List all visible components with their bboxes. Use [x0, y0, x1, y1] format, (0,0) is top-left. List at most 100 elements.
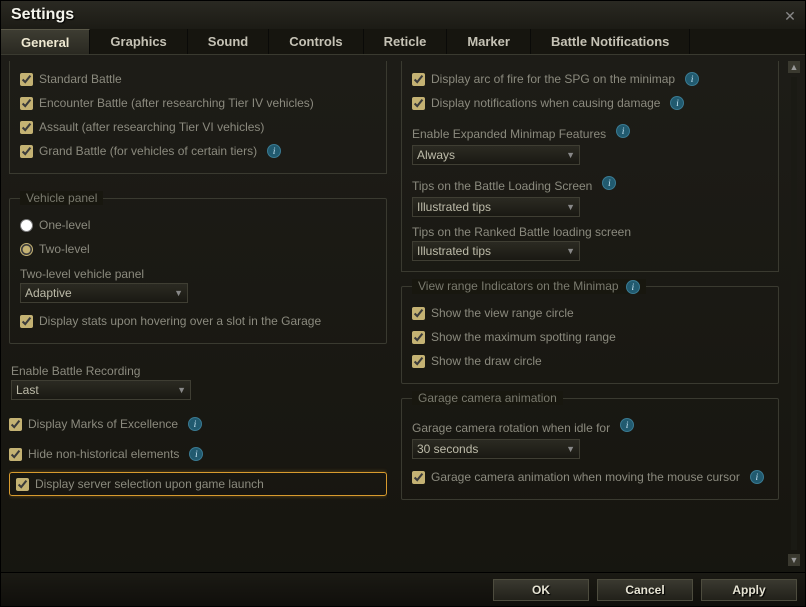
spot-checkbox[interactable] [412, 331, 425, 344]
close-icon[interactable]: ✕ [781, 7, 799, 25]
expanded-value: Always [417, 148, 455, 162]
marks-checkbox[interactable] [9, 418, 22, 431]
notif-checkbox[interactable] [412, 97, 425, 110]
tab-graphics[interactable]: Graphics [90, 29, 187, 54]
assault-label: Assault (after researching Tier VI vehic… [39, 120, 264, 134]
ranked-label: Tips on the Ranked Battle loading screen [412, 225, 768, 239]
scrollbar[interactable]: ▲ ▼ [787, 61, 801, 566]
info-icon[interactable]: i [602, 176, 616, 190]
chevron-down-icon: ▼ [566, 444, 575, 454]
stats-hover-row: Display stats upon hovering over a slot … [20, 309, 376, 333]
arc-checkbox[interactable] [412, 73, 425, 86]
recording-section: Enable Battle Recording Last ▼ [9, 358, 387, 400]
recording-label: Enable Battle Recording [11, 364, 385, 378]
stats-hover-checkbox[interactable] [20, 315, 33, 328]
info-icon[interactable]: i [188, 417, 202, 431]
chevron-down-icon: ▼ [566, 246, 575, 256]
chevron-down-icon: ▼ [566, 150, 575, 160]
scroll-track[interactable] [791, 77, 797, 550]
cancel-button[interactable]: Cancel [597, 579, 693, 601]
info-icon[interactable]: i [626, 280, 640, 294]
info-icon[interactable]: i [189, 447, 203, 461]
server-selection-checkbox[interactable] [16, 478, 29, 491]
expanded-select[interactable]: Always ▼ [412, 145, 580, 165]
loading-label: Tips on the Battle Loading Screen [412, 179, 592, 193]
tab-controls[interactable]: Controls [269, 29, 363, 54]
draw-row: Show the draw circle [412, 349, 768, 373]
two-level-row: Two-level [20, 237, 376, 261]
two-level-select-label: Two-level vehicle panel [20, 267, 376, 281]
ranked-value: Illustrated tips [417, 244, 491, 258]
loading-select[interactable]: Illustrated tips ▼ [412, 197, 580, 217]
stats-hover-label: Display stats upon hovering over a slot … [39, 314, 321, 328]
grand-checkbox[interactable] [20, 145, 33, 158]
view-range-title-text: View range Indicators on the Minimap [418, 279, 619, 293]
grand-row: Grand Battle (for vehicles of certain ti… [20, 139, 376, 163]
garage-anim-checkbox[interactable] [412, 471, 425, 484]
content: Standard Battle Encounter Battle (after … [1, 55, 805, 567]
battle-types-group: Standard Battle Encounter Battle (after … [9, 61, 387, 174]
grand-label: Grand Battle (for vehicles of certain ti… [39, 144, 257, 158]
ranked-select[interactable]: Illustrated tips ▼ [412, 241, 580, 261]
hide-nh-row: Hide non-historical elements i [9, 442, 387, 466]
ok-button[interactable]: OK [493, 579, 589, 601]
expanded-label-row: Enable Expanded Minimap Features i [412, 119, 768, 143]
tab-sound[interactable]: Sound [188, 29, 269, 54]
encounter-label: Encounter Battle (after researching Tier… [39, 96, 314, 110]
garage-rotation-value: 30 seconds [417, 442, 478, 456]
one-level-radio[interactable] [20, 219, 33, 232]
vehicle-panel-title: Vehicle panel [20, 191, 103, 205]
two-level-radio[interactable] [20, 243, 33, 256]
two-level-label: Two-level [39, 242, 90, 256]
apply-button[interactable]: Apply [701, 579, 797, 601]
one-level-row: One-level [20, 213, 376, 237]
vehicle-panel-group: Vehicle panel One-level Two-level Two-le… [9, 198, 387, 344]
garage-rotation-select[interactable]: 30 seconds ▼ [412, 439, 580, 459]
info-icon[interactable]: i [616, 124, 630, 138]
draw-label: Show the draw circle [431, 354, 542, 368]
view-range-title: View range Indicators on the Minimap i [412, 279, 646, 294]
scroll-up-icon[interactable]: ▲ [788, 61, 800, 73]
encounter-checkbox[interactable] [20, 97, 33, 110]
tab-general[interactable]: General [1, 29, 90, 54]
minimap-group: Display arc of fire for the SPG on the m… [401, 61, 779, 272]
left-column: Standard Battle Encounter Battle (after … [9, 61, 387, 565]
expanded-label: Enable Expanded Minimap Features [412, 127, 606, 141]
assault-row: Assault (after researching Tier VI vehic… [20, 115, 376, 139]
assault-checkbox[interactable] [20, 121, 33, 134]
spot-row: Show the maximum spotting range [412, 325, 768, 349]
draw-checkbox[interactable] [412, 355, 425, 368]
tab-reticle[interactable]: Reticle [364, 29, 448, 54]
spot-label: Show the maximum spotting range [431, 330, 616, 344]
two-level-select[interactable]: Adaptive ▼ [20, 283, 188, 303]
marks-row: Display Marks of Excellence i [9, 412, 387, 436]
circle-row: Show the view range circle [412, 301, 768, 325]
circle-checkbox[interactable] [412, 307, 425, 320]
chevron-down-icon: ▼ [174, 288, 183, 298]
garage-rotation-label: Garage camera rotation when idle for [412, 421, 610, 435]
recording-select[interactable]: Last ▼ [11, 380, 191, 400]
garage-anim-row: Garage camera animation when moving the … [412, 465, 768, 489]
garage-rotation-row: Garage camera rotation when idle for i [412, 413, 768, 437]
window-title: Settings [11, 6, 74, 24]
scroll-down-icon[interactable]: ▼ [788, 554, 800, 566]
hide-nh-checkbox[interactable] [9, 448, 22, 461]
info-icon[interactable]: i [750, 470, 764, 484]
settings-window: Settings ✕ General Graphics Sound Contro… [0, 0, 806, 607]
standard-battle-checkbox[interactable] [20, 73, 33, 86]
arc-label: Display arc of fire for the SPG on the m… [431, 72, 675, 86]
tab-marker[interactable]: Marker [447, 29, 531, 54]
garage-group: Garage camera animation Garage camera ro… [401, 398, 779, 500]
titlebar: Settings ✕ [1, 1, 805, 29]
notif-label: Display notifications when causing damag… [431, 96, 660, 110]
info-icon[interactable]: i [620, 418, 634, 432]
recording-value: Last [16, 383, 39, 397]
garage-anim-label: Garage camera animation when moving the … [431, 470, 740, 484]
chevron-down-icon: ▼ [566, 202, 575, 212]
info-icon[interactable]: i [267, 144, 281, 158]
circle-label: Show the view range circle [431, 306, 574, 320]
tab-battle-notifications[interactable]: Battle Notifications [531, 29, 690, 54]
standard-battle-row: Standard Battle [20, 67, 376, 91]
info-icon[interactable]: i [670, 96, 684, 110]
info-icon[interactable]: i [685, 72, 699, 86]
